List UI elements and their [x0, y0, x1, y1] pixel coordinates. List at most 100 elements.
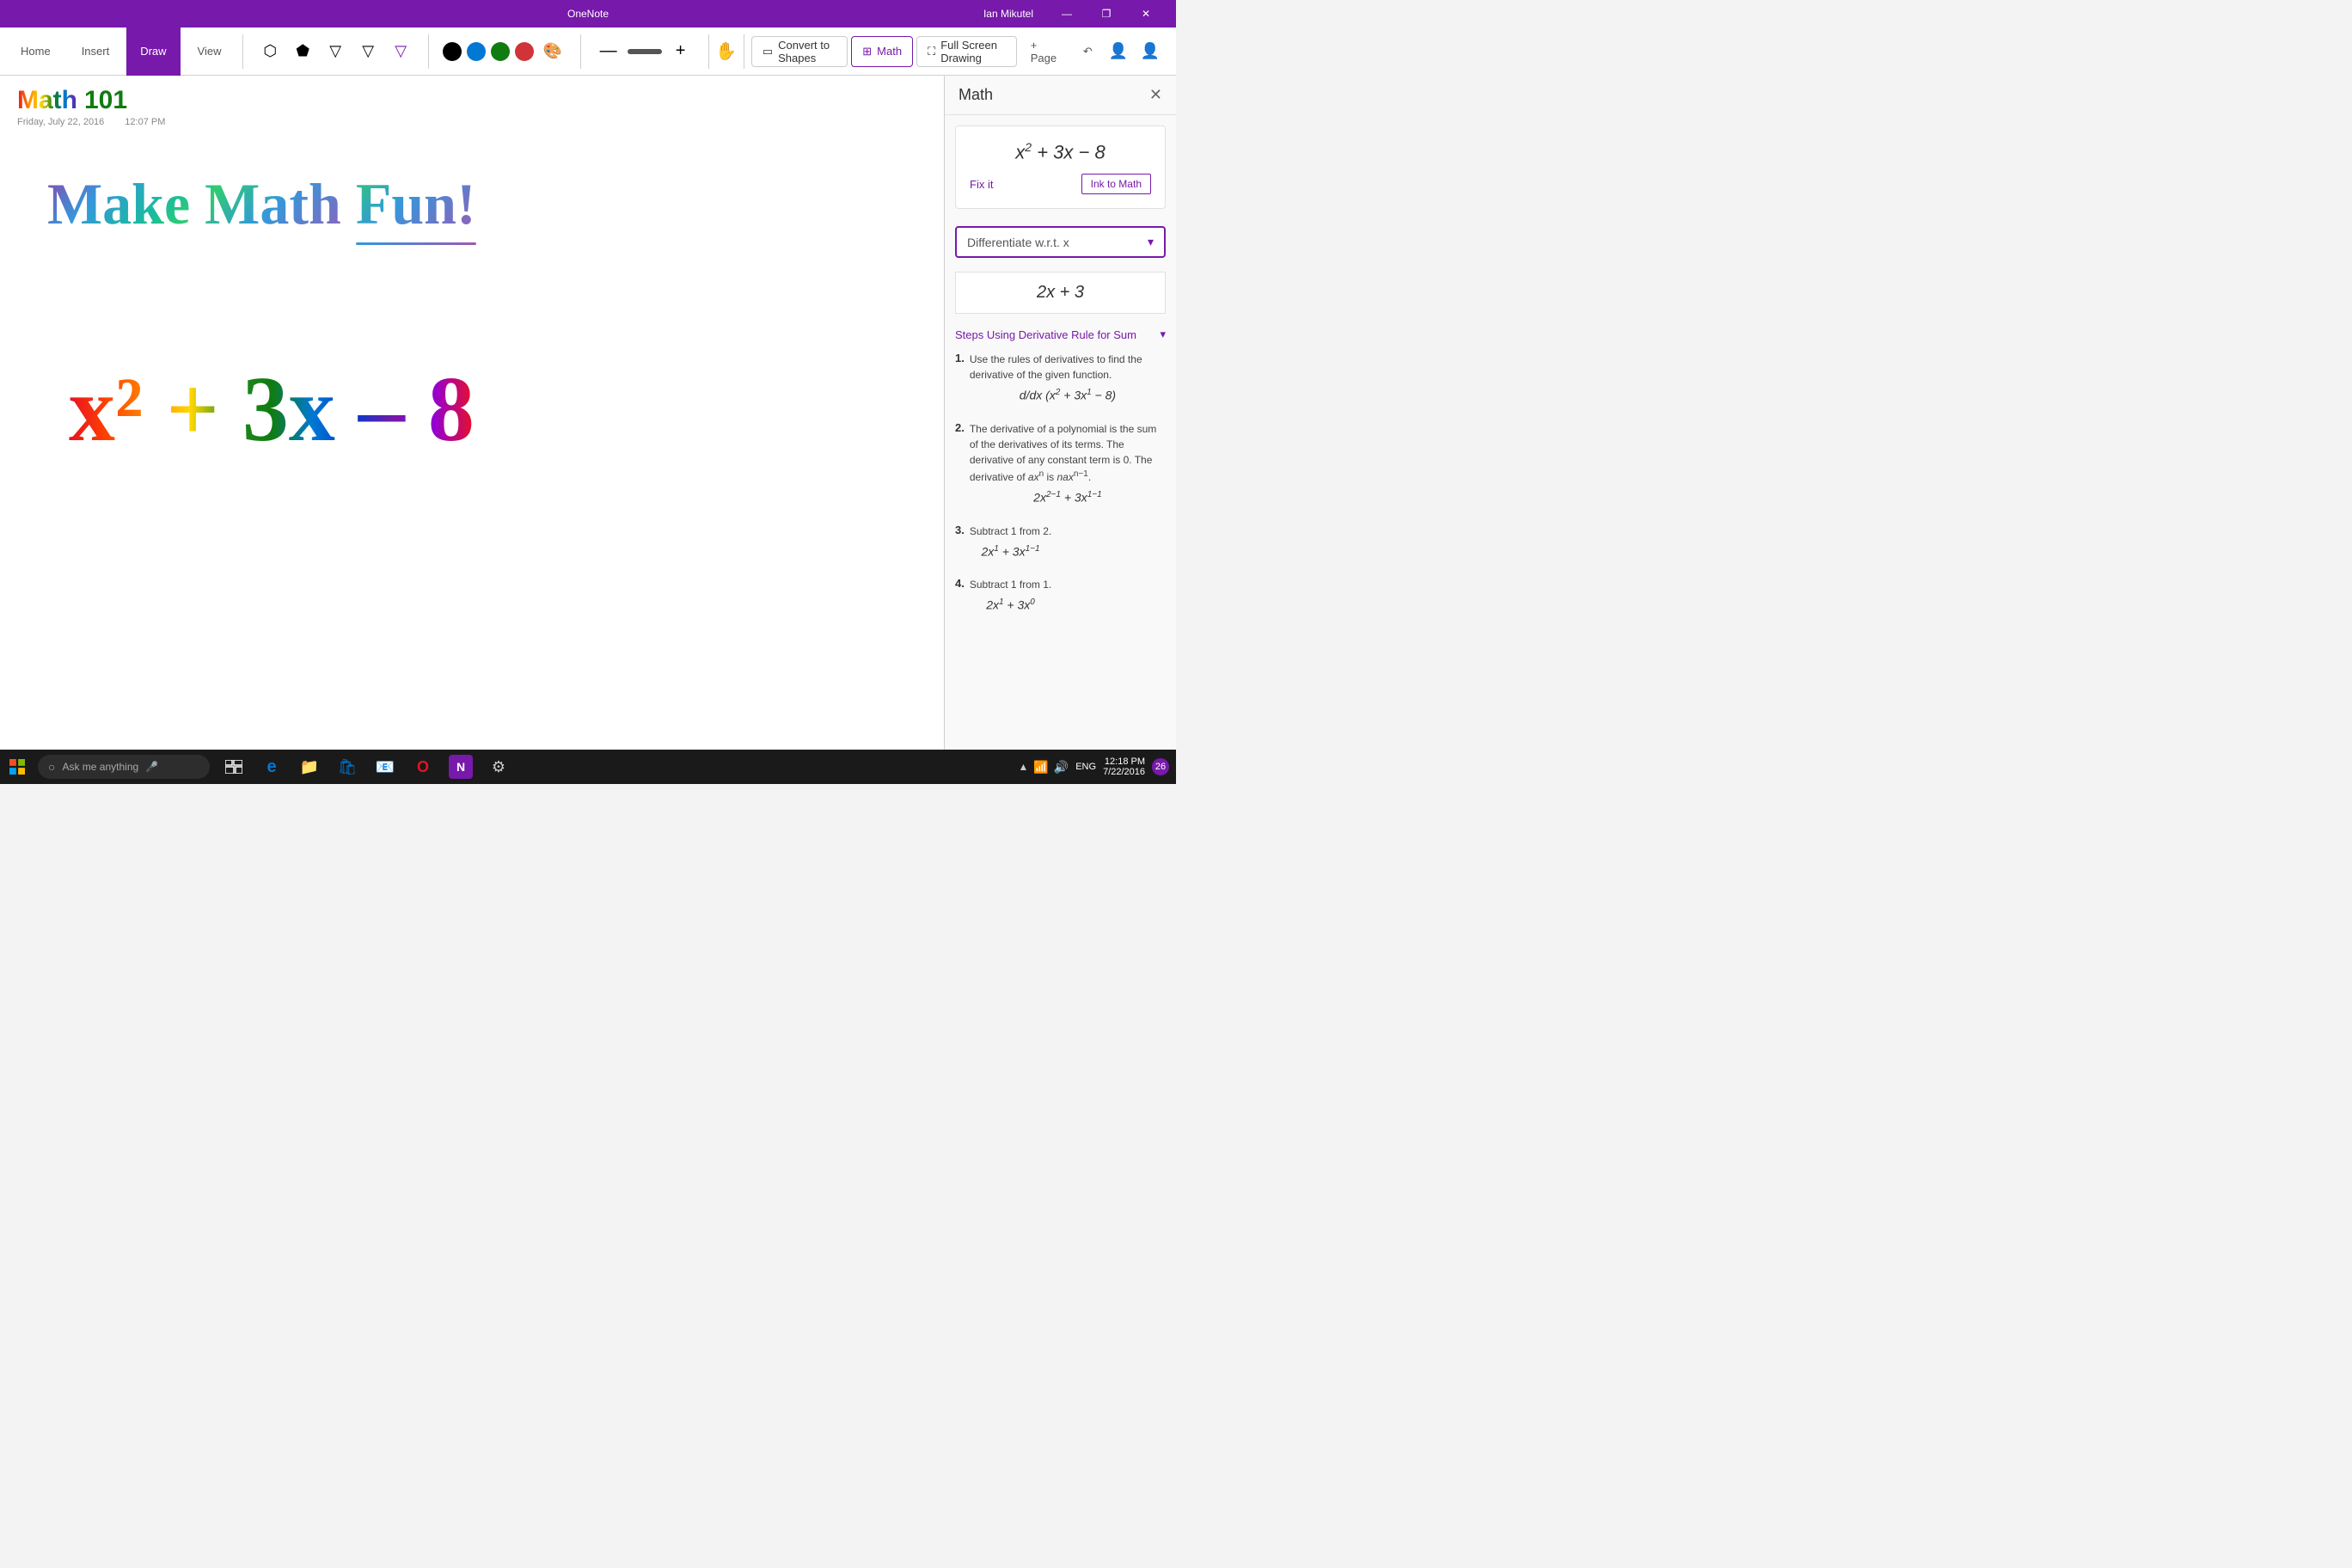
fun-text: Fun!	[356, 171, 476, 236]
step-1-formula: d/dx (x2 + 3x1 − 8)	[970, 388, 1166, 402]
step-3: 3. Subtract 1 from 2. 2x1 + 3x1−1	[955, 524, 1166, 564]
brush-size[interactable]	[628, 49, 662, 54]
notification-count[interactable]: 26	[1152, 758, 1169, 775]
back-button[interactable]: ↶	[1076, 41, 1099, 62]
tab-home[interactable]: Home	[7, 28, 64, 76]
ribbon: Home Insert Draw View ⬡ ⬟ ▽ ▽ ▽ 🎨 — + ✋ …	[0, 28, 1176, 76]
note-title-101: 101	[84, 86, 127, 115]
plus-tool[interactable]: +	[667, 38, 695, 65]
outlook-icon[interactable]: 📧	[368, 750, 402, 784]
taskbar-right: ▲ 📶 🔊 ENG 12:18 PM 7/22/2016 26	[1018, 756, 1176, 777]
math-grid-icon: ⊞	[862, 45, 872, 58]
store-icon[interactable]: 🛍	[330, 750, 364, 784]
network-icon[interactable]: 📶	[1033, 760, 1048, 775]
fun-underline	[356, 242, 476, 245]
differentiate-dropdown[interactable]: Differentiate w.r.t. x ▾	[955, 226, 1166, 258]
tagline: Make Math Fun!	[47, 170, 476, 238]
step-4-text: Subtract 1 from 1.	[970, 577, 1051, 592]
language-indicator[interactable]: ENG	[1075, 762, 1096, 772]
lasso-tool[interactable]: ⬡	[256, 38, 284, 65]
clock[interactable]: 12:18 PM 7/22/2016	[1103, 756, 1145, 777]
step-2-formula: 2x2−1 + 3x1−1	[970, 490, 1166, 505]
color-red[interactable]	[515, 42, 534, 61]
color-tools: 🎨	[436, 38, 573, 65]
tab-insert[interactable]: Insert	[68, 28, 124, 76]
profile-icon[interactable]: 👤	[1137, 38, 1162, 65]
color-picker[interactable]: 🎨	[539, 38, 567, 65]
canvas-equation: x² + 3x – 8	[69, 359, 475, 462]
settings-icon[interactable]: ⚙	[481, 750, 516, 784]
user-icon[interactable]: 👤	[1106, 38, 1131, 65]
note-date: Friday, July 22, 2016	[17, 117, 104, 127]
close-button[interactable]: ✕	[1126, 0, 1166, 28]
file-explorer-icon[interactable]: 📁	[292, 750, 327, 784]
system-tray: ▲ 📶 🔊	[1018, 760, 1069, 775]
steps-chevron-icon: ▾	[1160, 328, 1166, 341]
step-4-formula: 2x1 + 3x0	[970, 597, 1051, 612]
formula-text: x2 + 3x − 8	[970, 140, 1151, 163]
tab-draw[interactable]: Draw	[126, 28, 180, 76]
math-button[interactable]: ⊞ Math	[851, 36, 913, 67]
convert-to-shapes-button[interactable]: ▭ Convert to Shapes	[751, 36, 848, 67]
sidebar-close-button[interactable]: ✕	[1149, 86, 1162, 104]
note-title-math: Math	[17, 86, 77, 115]
office-icon[interactable]: O	[406, 750, 440, 784]
titlebar: OneNote Ian Mikutel — ❐ ✕	[0, 0, 1176, 28]
task-view-button[interactable]	[217, 750, 251, 784]
add-page-button[interactable]: + Page	[1024, 35, 1069, 68]
step-2: 2. The derivative of a polynomial is the…	[955, 421, 1166, 510]
search-icon: ○	[48, 760, 55, 774]
step-2-text: The derivative of a polynomial is the su…	[970, 421, 1166, 485]
microphone-icon: 🎤	[145, 761, 158, 773]
math-sidebar: Math ✕ x2 + 3x − 8 Fix it Ink to Math Di…	[944, 76, 1176, 750]
tray-arrow-icon[interactable]: ▲	[1018, 761, 1028, 773]
edge-browser-icon[interactable]: e	[254, 750, 289, 784]
steps-header[interactable]: Steps Using Derivative Rule for Sum ▾	[945, 321, 1176, 348]
minimize-button[interactable]: —	[1047, 0, 1087, 28]
fullscreen-button[interactable]: ⛶ Full Screen Drawing	[916, 36, 1017, 67]
differentiate-label: Differentiate w.r.t. x	[967, 236, 1069, 249]
pen-tool-3[interactable]: ▽	[387, 38, 414, 65]
color-blue[interactable]	[467, 42, 486, 61]
step-3-text: Subtract 1 from 2.	[970, 524, 1051, 539]
step-2-number: 2.	[955, 421, 965, 510]
clock-date: 7/22/2016	[1103, 767, 1145, 777]
onenote-icon[interactable]: N	[444, 750, 478, 784]
search-bar[interactable]: ○ Ask me anything 🎤	[38, 755, 210, 779]
volume-icon[interactable]: 🔊	[1054, 760, 1069, 775]
math-label: Math	[877, 45, 902, 58]
pen-tool-2[interactable]: ▽	[354, 38, 382, 65]
step-1: 1. Use the rules of derivatives to find …	[955, 352, 1166, 407]
eraser-tool[interactable]: ⬟	[289, 38, 316, 65]
touch-drawing[interactable]: ✋	[715, 38, 737, 65]
step-3-formula: 2x1 + 3x1−1	[970, 544, 1051, 559]
canvas-area[interactable]: Math 101 Friday, July 22, 2016 12:07 PM …	[0, 76, 944, 750]
formula-display: x2 + 3x − 8 Fix it Ink to Math	[955, 126, 1166, 209]
search-input[interactable]: Ask me anything	[62, 761, 138, 773]
clock-time: 12:18 PM	[1103, 756, 1145, 767]
fix-it-link[interactable]: Fix it	[970, 178, 993, 191]
color-green[interactable]	[491, 42, 510, 61]
minus-tool[interactable]: —	[595, 38, 622, 65]
tab-view[interactable]: View	[184, 28, 236, 76]
ink-to-math-button[interactable]: Ink to Math	[1081, 174, 1151, 194]
restore-button[interactable]: ❐	[1087, 0, 1126, 28]
step-3-number: 3.	[955, 524, 965, 564]
step-4-number: 4.	[955, 577, 965, 617]
tagline-text: Make Math	[47, 171, 356, 236]
color-black[interactable]	[443, 42, 462, 61]
sidebar-title: Math	[959, 86, 993, 104]
convert-shapes-label: Convert to Shapes	[778, 39, 836, 64]
result-text: 2x + 3	[1037, 283, 1084, 302]
ribbon-sep-3	[580, 34, 581, 69]
fix-it-row: Fix it Ink to Math	[970, 174, 1151, 194]
step-1-number: 1.	[955, 352, 965, 407]
user-name: Ian Mikutel	[983, 8, 1033, 20]
start-button[interactable]	[0, 750, 34, 784]
step-1-text: Use the rules of derivatives to find the…	[970, 352, 1166, 383]
note-header: Math 101 Friday, July 22, 2016 12:07 PM	[0, 76, 944, 131]
pen-tool-1[interactable]: ▽	[322, 38, 349, 65]
canvas-equation-text: x² + 3x – 8	[69, 358, 475, 461]
fullscreen-icon: ⛶	[928, 45, 935, 58]
fullscreen-label: Full Screen Drawing	[940, 39, 1006, 64]
